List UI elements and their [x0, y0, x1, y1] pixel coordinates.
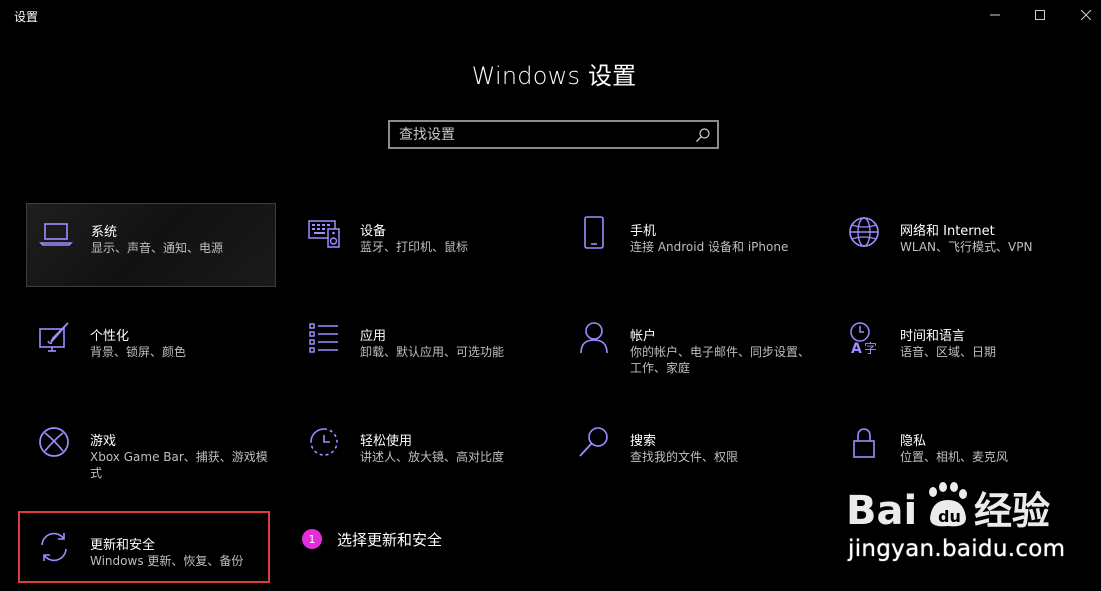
window-title: 设置	[14, 10, 39, 24]
tile-description: 背景、锁屏、颜色	[90, 345, 187, 359]
close-button[interactable]	[1063, 0, 1101, 30]
phone-icon	[578, 216, 612, 250]
baidu-logo: Bai du 经验	[846, 482, 1050, 534]
tile-gaming[interactable]: 游戏 Xbox Game Bar、捕获、游戏模式	[26, 413, 276, 497]
page-title: Windows 设置	[471, 62, 637, 90]
paint-monitor-icon	[38, 321, 72, 355]
search-icon[interactable]	[695, 127, 711, 143]
tile-label: 轻松使用	[360, 434, 413, 449]
search-input[interactable]	[390, 122, 699, 147]
svg-text:du: du	[938, 507, 961, 526]
svg-text:Bai: Bai	[846, 488, 917, 534]
step-number-badge: 1	[302, 529, 322, 549]
tile-phone[interactable]: 手机 连接 Android 设备和 iPhone	[566, 203, 816, 287]
tile-description: 语音、区域、日期	[900, 345, 997, 359]
tile-description: 蓝牙、打印机、鼠标	[360, 240, 469, 254]
tile-label: 个性化	[90, 329, 130, 344]
tile-label: 手机	[630, 224, 657, 239]
minimize-button[interactable]	[972, 0, 1018, 30]
tile-label: 时间和语言	[900, 329, 966, 344]
tile-apps[interactable]: 应用 卸载、默认应用、可选功能	[296, 308, 546, 392]
step-callout: 1 选择更新和安全	[302, 529, 442, 549]
close-icon	[1081, 10, 1091, 20]
tile-label: 应用	[360, 329, 387, 344]
highlight-box	[18, 511, 270, 583]
apps-list-icon	[308, 321, 342, 355]
title-bar[interactable]: 设置	[0, 0, 1101, 30]
globe-icon	[848, 216, 882, 250]
tile-ease-of-access[interactable]: 轻松使用 讲述人、放大镜、高对比度	[296, 413, 546, 497]
maximize-button[interactable]	[1017, 0, 1063, 30]
laptop-icon	[39, 217, 73, 251]
ease-of-access-icon	[308, 426, 342, 460]
tile-devices[interactable]: 设备 蓝牙、打印机、鼠标	[296, 203, 546, 287]
tile-description: Xbox Game Bar、捕获、游戏模式	[90, 450, 268, 480]
time-language-icon: A 字	[848, 321, 882, 355]
tile-description: 显示、声音、通知、电源	[91, 241, 224, 255]
maximize-icon	[1035, 10, 1045, 20]
tile-accounts[interactable]: 帐户 你的帐户、电子邮件、同步设置、工作、家庭	[566, 308, 816, 392]
tile-description: 卸载、默认应用、可选功能	[360, 345, 505, 359]
tile-label: 系统	[91, 225, 118, 240]
tile-label: 帐户	[630, 329, 657, 344]
tile-label: 隐私	[900, 434, 927, 449]
tile-label: 游戏	[90, 434, 117, 449]
tile-description: 连接 Android 设备和 iPhone	[630, 240, 789, 254]
tile-description: 你的帐户、电子邮件、同步设置、工作、家庭	[630, 345, 811, 375]
svg-text:经验: 经验	[974, 489, 1050, 533]
baidu-watermark: Bai du 经验 jingyan.baidu.com	[842, 474, 1097, 589]
tile-network[interactable]: 网络和 Internet WLAN、飞行模式、VPN	[836, 203, 1086, 287]
tile-description: 查找我的文件、权限	[630, 450, 739, 464]
xbox-icon	[38, 426, 72, 460]
tile-label: 搜索	[630, 434, 657, 449]
tile-label: 设备	[360, 224, 387, 239]
magnifier-icon	[578, 426, 612, 460]
watermark-url: jingyan.baidu.com	[848, 536, 1066, 562]
tile-label: 网络和 Internet	[900, 224, 995, 239]
settings-window: 设置 Windows 设置 系统 显示、声音、通知、电源	[0, 0, 1101, 591]
lock-icon	[848, 426, 882, 460]
tile-description: 讲述人、放大镜、高对比度	[360, 450, 505, 464]
search-box[interactable]	[388, 120, 719, 149]
minimize-icon	[990, 14, 1000, 16]
svg-text:A: A	[851, 341, 862, 355]
tile-search[interactable]: 搜索 查找我的文件、权限	[566, 413, 816, 497]
tile-system[interactable]: 系统 显示、声音、通知、电源	[26, 203, 276, 287]
tile-personalization[interactable]: 个性化 背景、锁屏、颜色	[26, 308, 276, 392]
keyboard-speaker-icon	[308, 216, 342, 250]
tile-description: WLAN、飞行模式、VPN	[900, 240, 1033, 254]
tile-description: 位置、相机、麦克风	[900, 450, 1009, 464]
step-instruction: 选择更新和安全	[337, 530, 443, 549]
person-icon	[578, 321, 612, 355]
svg-text:字: 字	[864, 342, 877, 355]
tile-time-language[interactable]: A 字 时间和语言 语音、区域、日期	[836, 308, 1086, 392]
